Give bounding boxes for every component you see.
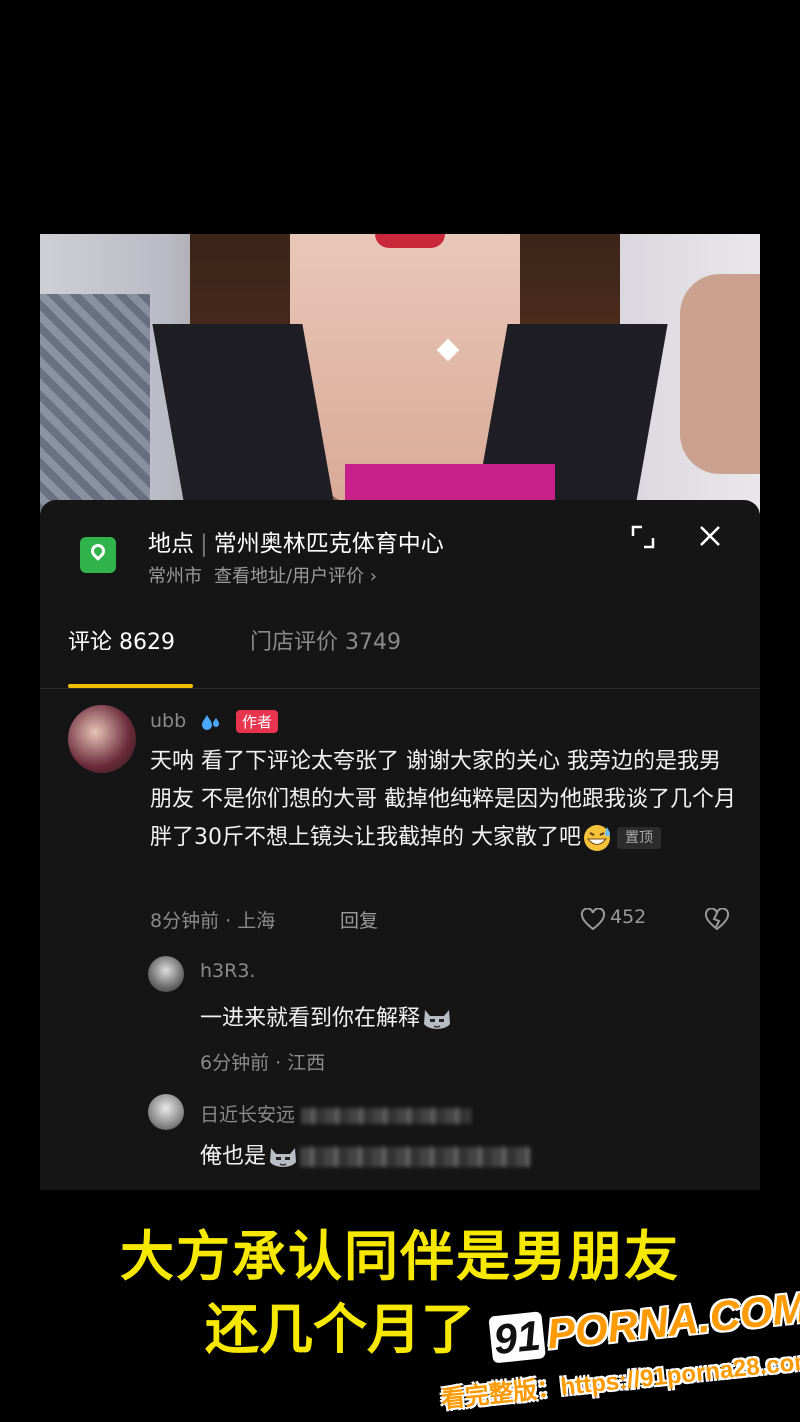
pinned-badge: 置顶	[617, 827, 661, 849]
comment-username[interactable]: ubb	[150, 710, 186, 732]
location-name: 常州奥林匹克体育中心	[213, 531, 444, 557]
location-label: 地点	[148, 531, 194, 557]
location-pin-icon	[80, 537, 116, 573]
watermark-prefix: 91	[488, 1311, 546, 1364]
comments-panel: 地点 | 常州奥林匹克体育中心 常州市 查看地址/用户评价 › 评论 8629 门店评…	[40, 500, 760, 1190]
reply-body: 一进来就看到你在解释	[200, 1006, 421, 1031]
photo-lips	[375, 234, 445, 248]
broken-heart-icon[interactable]	[704, 908, 730, 932]
photo-arm	[680, 274, 760, 474]
blurred-text	[301, 1107, 472, 1124]
droplet-icon	[202, 715, 219, 730]
tabs-divider	[40, 688, 760, 689]
tab-comments[interactable]: 评论 8629	[68, 624, 175, 656]
avatar[interactable]	[68, 705, 136, 773]
author-badge: 作者	[236, 710, 279, 733]
location-city: 常州市	[148, 566, 202, 587]
location-title[interactable]: 地点 | 常州奥林匹克体育中心	[148, 524, 444, 558]
heart-icon[interactable]	[580, 908, 606, 932]
location-link[interactable]: 查看地址/用户评价 ›	[214, 566, 377, 587]
cat-emoji-icon	[424, 1010, 451, 1030]
like-count: 452	[610, 906, 647, 928]
reply-text: 一进来就看到你在解释	[200, 1000, 454, 1032]
reply-body: 俺也是	[200, 1144, 267, 1169]
background-photo	[40, 234, 760, 514]
reply-meta: 6分钟前 · 江西	[200, 1052, 326, 1074]
location-subtitle[interactable]: 常州市 查看地址/用户评价 ›	[148, 562, 389, 588]
location-separator: |	[200, 531, 208, 557]
reply-username[interactable]: 日近长安远	[200, 1100, 472, 1127]
caption-line-1: 大方承认同伴是男朋友	[120, 1225, 680, 1288]
reply-avatar[interactable]	[148, 956, 184, 992]
photo-patterned-shirt	[40, 294, 150, 514]
reply-username[interactable]: h3R3.	[200, 960, 255, 982]
reply-avatar[interactable]	[148, 1094, 184, 1130]
expand-icon[interactable]	[630, 524, 656, 550]
reply-button[interactable]: 回复	[340, 906, 378, 933]
grin-sweat-emoji-icon	[584, 825, 610, 851]
reply-text: 俺也是	[200, 1138, 531, 1170]
blurred-text	[300, 1147, 531, 1167]
cat-emoji-icon	[270, 1148, 297, 1168]
comment-text: 天呐 看了下评论太夸张了 谢谢大家的关心 我旁边的是我男朋友 不是你们想的大哥 …	[150, 743, 740, 857]
tab-store-reviews[interactable]: 门店评价 3749	[250, 624, 401, 656]
reply-username-text: 日近长安远	[200, 1104, 296, 1126]
comment-meta: 8分钟前 · 上海	[150, 910, 276, 932]
close-icon[interactable]	[696, 522, 724, 550]
